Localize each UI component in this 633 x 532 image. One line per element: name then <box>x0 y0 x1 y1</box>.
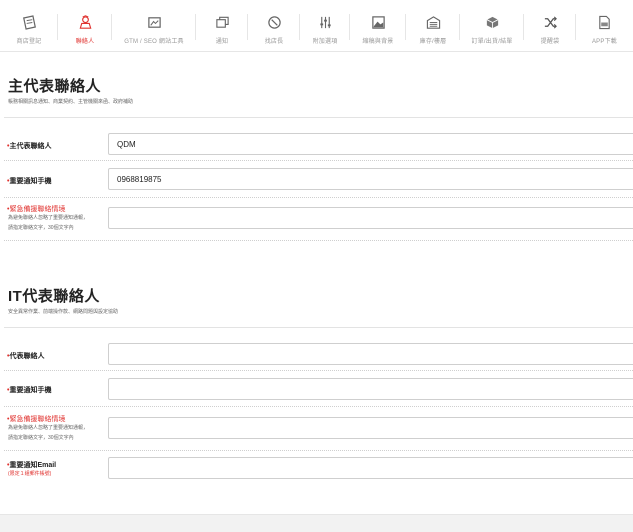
nav-label: 找店長 <box>264 39 284 45</box>
nav-item-app-download[interactable]: APP下載 <box>576 0 633 52</box>
nav-item-find-manager[interactable]: 找店長 <box>248 0 300 52</box>
nav-item-gtm-seo[interactable]: GTM / SEO 網站工具 <box>112 0 196 52</box>
it-contact-emergency-input[interactable] <box>108 417 633 439</box>
nav-label: APP下載 <box>591 39 617 45</box>
section-divider <box>4 327 633 328</box>
section-divider <box>4 117 633 118</box>
notification-icon <box>214 14 230 30</box>
nav-label: 聯絡人 <box>75 39 95 45</box>
nav-label: 提醒袋 <box>540 39 560 45</box>
main-contact-emergency-note-1: 為避免聯絡人忽略了重要通知通報， <box>8 215 89 221</box>
main-contact-phone-label: •重要通知手機 <box>7 178 52 185</box>
main-contact-title: 主代表聯絡人 <box>8 78 102 95</box>
row-divider <box>4 370 633 371</box>
it-contact-email-label: •重要通知Email <box>7 462 57 469</box>
nav-label: 訂單/出貨/結單 <box>471 39 513 45</box>
main-contact-name-label: •主代表聯絡人 <box>7 143 52 150</box>
nav-item-thumbnail-background[interactable]: 縮稿與背景 <box>350 0 406 52</box>
nav-label: 附加選項 <box>312 39 338 45</box>
it-contact-name-label: •代表聯絡人 <box>7 353 45 360</box>
nav-item-contact[interactable]: 聯絡人 <box>58 0 112 52</box>
nav-label: 通知 <box>215 39 229 45</box>
nav-item-store-register[interactable]: 商店登記 <box>0 0 58 52</box>
store-register-icon <box>21 14 37 30</box>
nav-label: GTM / SEO 網站工具 <box>124 39 184 45</box>
main-contact-emergency-label: •緊急備援聯絡情境 <box>7 206 66 213</box>
warehouse-icon <box>425 14 441 30</box>
main-contact-subtitle: 帳務相關訊息通知、商業契約、主管機關來函、政府補助 <box>8 99 134 105</box>
nav-label: 縮稿與背景 <box>362 39 394 45</box>
it-contact-subtitle: 安全異常作業、前端操作款、網路問題與設定協助 <box>8 309 119 315</box>
main-contact-name-input[interactable] <box>108 133 633 155</box>
nav-item-add-options[interactable]: 附加選項 <box>300 0 350 52</box>
settings-top-nav: 商店登記 聯絡人 GTM / SEO 網站工具 通知 找店長 附加選項 縮稿與背… <box>0 0 633 52</box>
row-divider <box>4 197 633 198</box>
nav-label: 庫存/樓層 <box>419 39 447 45</box>
contact-person-icon <box>77 14 93 30</box>
row-divider <box>4 406 633 407</box>
it-contact-emergency-note-2: 請指定聯絡文字，30個文字內 <box>8 435 74 441</box>
gtm-seo-icon <box>146 14 162 30</box>
main-contact-phone-input[interactable] <box>108 168 633 190</box>
row-divider <box>4 160 633 161</box>
nav-label: 商店登記 <box>16 39 42 45</box>
app-download-icon <box>597 14 613 30</box>
it-contact-phone-input[interactable] <box>108 378 633 400</box>
thumbnail-background-icon <box>370 14 386 30</box>
main-contact-emergency-note-2: 請指定聯絡文字，30個文字內 <box>8 225 74 231</box>
it-contact-email-input[interactable] <box>108 457 633 479</box>
main-contact-emergency-input[interactable] <box>108 207 633 229</box>
shuffle-icon <box>542 14 558 30</box>
nav-item-notification[interactable]: 通知 <box>196 0 248 52</box>
nav-item-warehouse[interactable]: 庫存/樓層 <box>406 0 460 52</box>
nav-item-order-shipping[interactable]: 訂單/出貨/結單 <box>460 0 524 52</box>
find-manager-icon <box>266 14 282 30</box>
it-contact-name-input[interactable] <box>108 343 633 365</box>
it-contact-emergency-label: •緊急備援聯絡情境 <box>7 416 66 423</box>
add-options-icon <box>317 14 333 30</box>
order-shipping-icon <box>484 14 500 30</box>
row-divider <box>4 450 633 451</box>
row-divider <box>4 240 633 241</box>
it-contact-phone-label: •重要通知手機 <box>7 387 52 394</box>
footer-bar <box>0 514 633 532</box>
nav-item-reminder[interactable]: 提醒袋 <box>524 0 576 52</box>
it-contact-email-note: (限定１組郵件帳號) <box>8 471 52 477</box>
it-contact-emergency-note-1: 為避免聯絡人忽略了重要通知通報， <box>8 425 89 431</box>
it-contact-title: IT代表聯絡人 <box>8 288 100 305</box>
